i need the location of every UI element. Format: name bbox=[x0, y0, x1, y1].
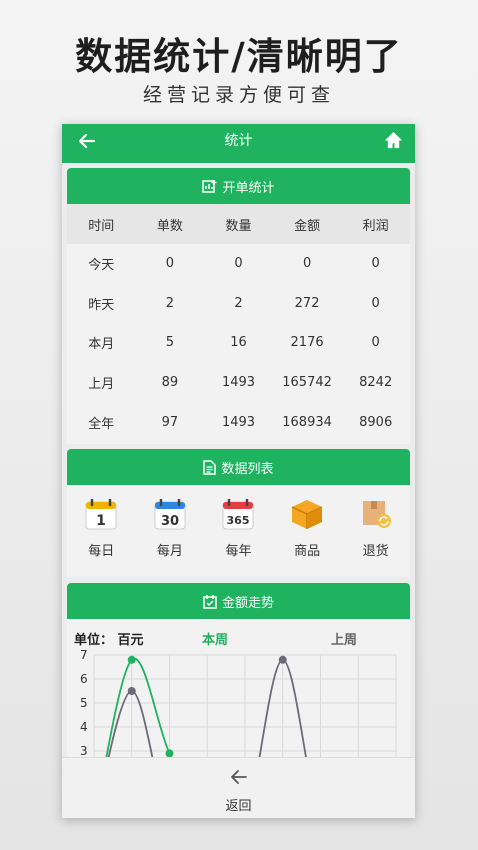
promo-subtitle: 经营记录方便可查 bbox=[142, 84, 335, 106]
lists-card: 数据列表 1 每日 30 每月 365 每年 商品 退货 bbox=[67, 449, 410, 577]
table-cell: 1493 bbox=[221, 375, 256, 391]
table-header-row: 时间 单数 数量 金额 利润 bbox=[67, 204, 410, 244]
svg-text:30: 30 bbox=[161, 514, 179, 529]
product-box-icon bbox=[291, 500, 323, 529]
table-cell: 16 bbox=[230, 335, 247, 351]
table-row: 上月 89 1493 165742 8242 bbox=[67, 363, 410, 403]
svg-text:1: 1 bbox=[96, 513, 106, 529]
list-item-daily[interactable]: 1 每日 bbox=[71, 497, 131, 559]
table-cell: 8906 bbox=[359, 414, 393, 430]
list-item-label: 每年 bbox=[225, 544, 252, 559]
table-cell: 0 bbox=[165, 256, 175, 272]
back-arrow-icon bbox=[231, 770, 247, 784]
lists-card-title: 数据列表 bbox=[221, 461, 274, 477]
table-cell: 89 bbox=[161, 375, 179, 391]
table-cell: 97 bbox=[161, 414, 179, 430]
calendar-year-icon: 365 bbox=[222, 499, 254, 530]
list-item-label: 每月 bbox=[156, 544, 183, 559]
stats-card: 开单统计 时间 单数 数量 金额 利润 今天 0 0 0 0 昨天 2 2 27… bbox=[67, 168, 410, 444]
col-header: 利润 bbox=[341, 204, 410, 244]
list-item-returns[interactable]: 退货 bbox=[346, 497, 406, 559]
stats-table: 时间 单数 数量 金额 利润 今天 0 0 0 0 昨天 2 2 272 0 本… bbox=[67, 204, 410, 442]
return-box-icon bbox=[362, 501, 391, 528]
table-cell: 0 bbox=[302, 256, 312, 272]
table-cell: 0 bbox=[371, 295, 380, 311]
svg-text:365: 365 bbox=[227, 514, 250, 527]
table-row: 全年 97 1493 168934 8906 bbox=[67, 402, 410, 442]
trend-card: 金额走势 单位： 百元 本周 上周 7 6 5 4 3 bbox=[67, 583, 410, 763]
table-cell: 2 bbox=[234, 295, 243, 311]
list-item-label: 商品 bbox=[294, 544, 321, 559]
stats-card-header: 开单统计 bbox=[67, 168, 410, 204]
trend-chart: 单位： 百元 本周 上周 7 6 5 4 3 bbox=[67, 619, 410, 759]
col-header: 单数 bbox=[135, 204, 205, 244]
trend-card-title: 金额走势 bbox=[221, 595, 274, 611]
list-item-yearly[interactable]: 365 每年 bbox=[208, 497, 268, 559]
table-cell: 本月 bbox=[88, 337, 115, 353]
calendar-day-icon: 1 bbox=[85, 499, 117, 530]
table-cell: 2176 bbox=[290, 335, 324, 351]
table-cell: 2 bbox=[165, 295, 175, 311]
chart-add-icon bbox=[202, 180, 217, 193]
table-cell: 0 bbox=[371, 256, 380, 272]
table-cell: 5 bbox=[165, 335, 175, 351]
table-cell: 0 bbox=[371, 335, 380, 351]
data-point bbox=[278, 655, 287, 664]
page-title: 统计 bbox=[224, 133, 253, 149]
app-bar: 统计 bbox=[62, 124, 415, 163]
table-cell: 272 bbox=[294, 295, 320, 311]
table-cell: 0 bbox=[234, 256, 243, 272]
lists-card-header: 数据列表 bbox=[67, 449, 410, 485]
table-cell: 165742 bbox=[282, 375, 332, 391]
table-cell: 1493 bbox=[221, 414, 256, 430]
table-row: 今天 0 0 0 0 bbox=[67, 244, 410, 284]
back-label: 返回 bbox=[225, 799, 252, 814]
col-header: 时间 bbox=[67, 204, 136, 244]
table-cell: 全年 bbox=[88, 416, 115, 432]
table-cell: 今天 bbox=[88, 258, 115, 274]
document-list-icon bbox=[203, 459, 217, 475]
trend-card-header: 金额走势 bbox=[67, 583, 410, 619]
line-chart bbox=[93, 654, 397, 759]
data-point bbox=[127, 687, 136, 695]
home-icon[interactable] bbox=[384, 131, 403, 150]
list-item-monthly[interactable]: 30 每月 bbox=[140, 497, 200, 559]
calendar-check-icon bbox=[203, 594, 217, 609]
app-screen: 统计 开单统计 时间 单数 数量 金额 利润 今天 0 0 0 0 昨天 2 2… bbox=[62, 124, 415, 818]
table-cell: 168934 bbox=[282, 414, 332, 430]
list-item-label: 每日 bbox=[88, 544, 115, 559]
calendar-month-icon: 30 bbox=[154, 499, 186, 530]
promo-title: 数据统计/清晰明了 bbox=[75, 35, 403, 78]
stats-card-title: 开单统计 bbox=[222, 180, 275, 196]
table-row: 昨天 2 2 272 0 bbox=[67, 284, 410, 324]
list-item-products[interactable]: 商品 bbox=[277, 497, 337, 559]
back-bar[interactable]: 返回 bbox=[62, 757, 415, 818]
data-point bbox=[127, 655, 136, 664]
table-row: 本月 5 16 2176 0 bbox=[67, 323, 410, 363]
list-item-label: 退货 bbox=[362, 544, 389, 559]
col-header: 金额 bbox=[272, 204, 342, 244]
col-header: 数量 bbox=[204, 204, 273, 244]
table-cell: 上月 bbox=[88, 377, 115, 393]
table-cell: 昨天 bbox=[88, 297, 115, 313]
table-cell: 8242 bbox=[359, 375, 393, 391]
